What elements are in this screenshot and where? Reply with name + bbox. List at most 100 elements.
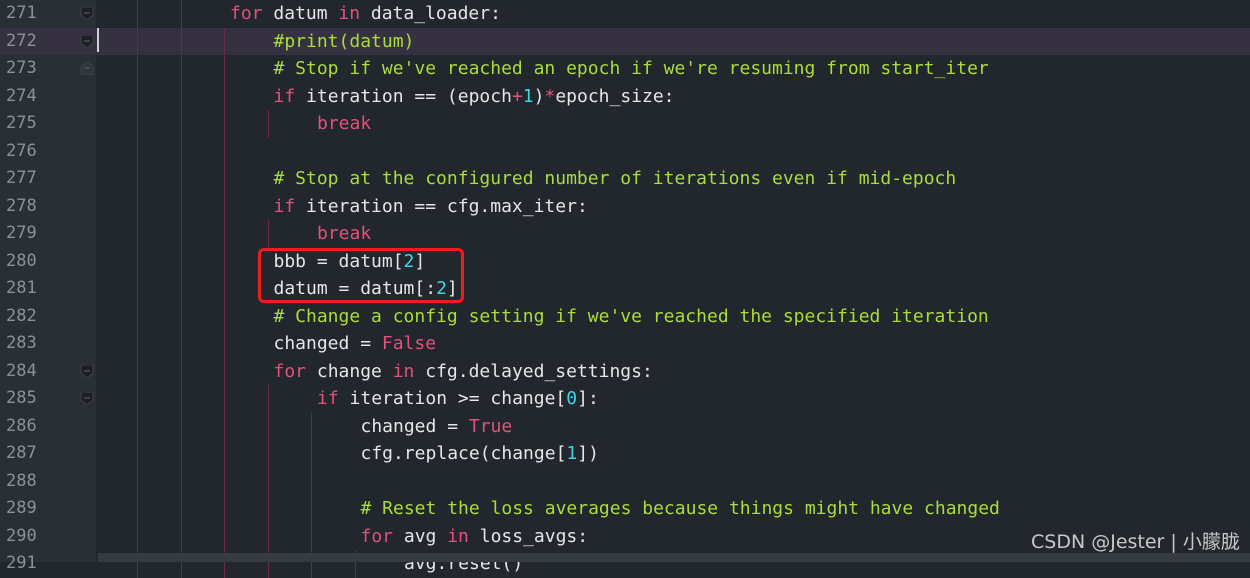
- indent-guide: [224, 357, 225, 385]
- text-token: cfg.replace(change[: [360, 443, 567, 464]
- keyword-token: True: [468, 415, 513, 437]
- fold-toggle-icon[interactable]: [80, 7, 94, 20]
- indent-guide: [137, 275, 138, 303]
- code-text: if iteration == (epoch+1)*epoch_size:: [274, 83, 675, 111]
- indent-guide: [180, 330, 182, 358]
- text-token: ]:: [577, 388, 599, 409]
- code-line[interactable]: 273 # Stop if we've reached an epoch if w…: [0, 55, 1250, 83]
- code-text: # Reset the loss averages because things…: [361, 495, 1000, 523]
- indent-guide: [137, 247, 138, 275]
- keyword-token: break: [317, 113, 372, 134]
- code-line[interactable]: 286 changed = True: [0, 412, 1250, 440]
- indent-guide: [180, 165, 182, 193]
- code-line[interactable]: 284 for change in cfg.delayed_settings:: [0, 357, 1250, 385]
- text-token: cfg.delayed_settings:: [414, 360, 653, 382]
- text-token: data_loader:: [360, 3, 501, 24]
- keyword-token: if: [317, 388, 339, 409]
- comment-token: # Stop at the configured number of itera…: [273, 168, 957, 189]
- code-line[interactable]: 280 bbb = datum[2]: [0, 247, 1250, 275]
- indent-guide: [224, 165, 225, 193]
- indent-guide: [224, 440, 225, 468]
- code-line[interactable]: 277 # Stop at the configured number of it…: [0, 165, 1250, 193]
- line-number: 285: [6, 388, 37, 408]
- line-number: 289: [6, 498, 37, 518]
- text-token: ]): [577, 443, 599, 464]
- code-line[interactable]: 289 # Reset the loss averages because thi…: [0, 495, 1250, 523]
- indent-guide: [137, 110, 138, 138]
- indent-guide: [180, 220, 182, 248]
- code-text: if iteration >= change[0]:: [317, 385, 599, 413]
- keyword-token: for: [360, 525, 394, 547]
- comment-token: # Change a config setting if we've reach…: [273, 305, 989, 327]
- indent-guide: [311, 522, 312, 550]
- code-line[interactable]: 287 cfg.replace(change[1]): [0, 440, 1250, 468]
- indent-guide: [180, 385, 182, 413]
- indent-guide: [137, 357, 138, 385]
- text-token: changed =: [273, 333, 382, 354]
- indent-guide: [224, 82, 225, 110]
- code-line[interactable]: 274 if iteration == (epoch+1)*epoch_size:: [0, 82, 1250, 111]
- indent-guide: [224, 495, 225, 523]
- indent-guide: [137, 55, 138, 83]
- line-number: 283: [6, 333, 37, 353]
- code-line[interactable]: 279 break: [0, 220, 1250, 248]
- keyword-token: if: [273, 195, 296, 217]
- text-token: change: [306, 360, 393, 382]
- code-line[interactable]: 281 datum = datum[:2]: [0, 275, 1250, 303]
- indent-guide: [137, 412, 138, 440]
- line-number: 288: [6, 470, 37, 491]
- code-line[interactable]: 272 #print(datum): [0, 27, 1250, 56]
- line-number: 276: [6, 140, 37, 161]
- indent-guide: [137, 0, 138, 28]
- text-token: iteration == (epoch: [295, 85, 512, 107]
- code-line[interactable]: 275 break: [0, 110, 1250, 138]
- code-text: # Change a config setting if we've reach…: [274, 303, 989, 331]
- code-line[interactable]: 278 if iteration == cfg.max_iter:: [0, 192, 1250, 220]
- indent-guide: [267, 110, 269, 138]
- indent-guide: [180, 82, 182, 110]
- line-number: 279: [6, 223, 37, 243]
- fold-toggle-icon[interactable]: [80, 34, 94, 48]
- indent-guide: [267, 385, 269, 413]
- code-line[interactable]: 282 # Change a config setting if we've re…: [0, 302, 1250, 331]
- indent-guide: [224, 27, 225, 55]
- indent-guide: [137, 467, 138, 495]
- indent-guide: [224, 467, 225, 495]
- code-line[interactable]: 285 if iteration >= change[0]:: [0, 385, 1250, 413]
- comment-token: #print(datum): [273, 30, 415, 52]
- indent-guide: [137, 220, 138, 248]
- indent-guide: [137, 165, 138, 193]
- indent-guide: [137, 137, 138, 165]
- indent-guide: [224, 55, 225, 83]
- code-line[interactable]: 288: [0, 467, 1250, 495]
- code-text: changed = False: [274, 330, 437, 358]
- code-line[interactable]: 276: [0, 137, 1250, 165]
- code-text: #print(datum): [274, 28, 415, 56]
- line-number: 273: [6, 58, 37, 78]
- indent-guide: [137, 27, 138, 55]
- keyword-token: in: [447, 525, 469, 547]
- text-token: avg: [393, 525, 448, 547]
- indent-guide: [267, 440, 269, 468]
- horizontal-scrollbar[interactable]: [98, 553, 1250, 562]
- number-token: 0: [566, 388, 578, 409]
- indent-guide: [224, 385, 225, 413]
- indent-guide: [267, 220, 269, 248]
- indent-guide: [180, 27, 182, 55]
- fold-toggle-icon[interactable]: [80, 364, 94, 378]
- watermark: CSDN @Jester | 小朦胧: [1031, 531, 1240, 553]
- code-text: break: [317, 220, 371, 248]
- line-number: 277: [6, 168, 37, 188]
- indent-guide: [180, 412, 182, 440]
- fold-toggle-icon[interactable]: [80, 392, 94, 405]
- indent-guide: [180, 55, 182, 83]
- code-line[interactable]: 271 for datum in data_loader:: [0, 0, 1250, 28]
- keyword-token: *: [544, 85, 556, 107]
- fold-end-icon[interactable]: [80, 62, 94, 75]
- code-line[interactable]: 283 changed = False: [0, 330, 1250, 358]
- line-number: 286: [6, 415, 37, 436]
- indent-guide: [180, 247, 182, 275]
- text-token: iteration >= change[: [338, 388, 567, 409]
- code-text: for avg in loss_avgs:: [361, 523, 589, 551]
- indent-guide: [311, 467, 312, 495]
